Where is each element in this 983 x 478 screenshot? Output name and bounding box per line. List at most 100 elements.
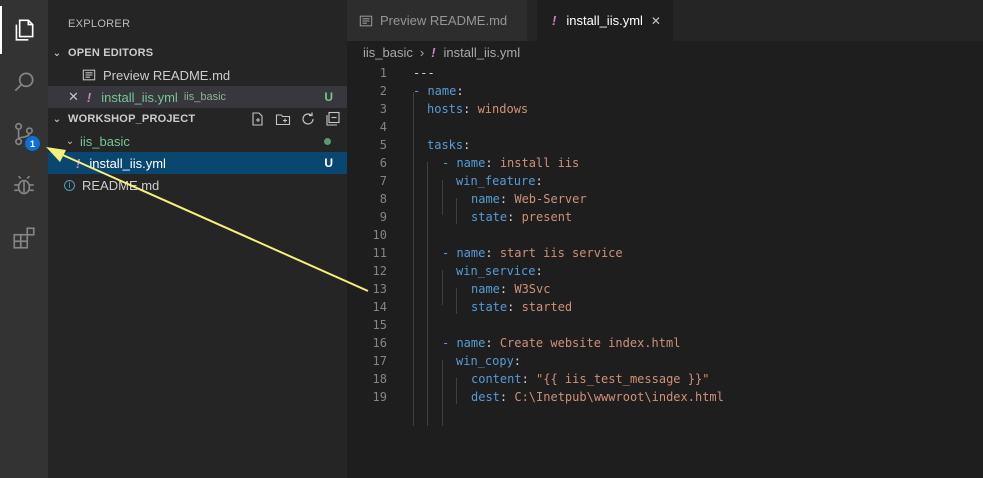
untracked-status-badge: U [324,90,333,104]
file-label: install_iis.yml [89,155,166,171]
line-number: 10 [372,228,387,242]
folder-label: iis_basic [80,133,130,149]
line-number: 6 [379,156,387,170]
tab-install-iis[interactable]: ! install_iis.yml ✕ [537,0,673,41]
tree-file-readme[interactable]: i README.md [48,174,347,196]
yaml-file-icon: ! [76,155,81,171]
explorer-toolbar [250,111,341,127]
code-line: name: W3Svc [471,282,551,296]
line-number: 12 [372,264,387,278]
preview-icon [82,69,96,81]
explorer-sidebar: EXPLORER ⌄ OPEN EDITORS Preview README.m… [48,0,347,478]
line-number: 7 [379,174,387,188]
open-editor-item-install-iis[interactable]: ✕ ! install_iis.yml iis_basic U [48,86,347,108]
breadcrumb-folder[interactable]: iis_basic [363,45,413,60]
code-line: dest: C:\Inetpub\wwwroot\index.html [471,390,724,404]
line-number: 3 [379,102,387,116]
line-number: 2 [379,84,387,98]
info-icon: i [64,179,75,191]
code-line: - name: install iis [442,156,580,170]
indent-guide [427,162,428,426]
open-editor-label: Preview README.md [103,67,231,83]
untracked-status-badge: U [324,156,333,170]
indent-guide [456,378,457,404]
yaml-file-icon: ! [86,89,92,105]
chevron-right-icon: › [419,44,425,60]
code-line: - name: start iis service [442,246,623,260]
close-icon[interactable]: ✕ [68,89,79,105]
activity-bar: 1 [0,0,48,478]
line-number: 18 [372,372,387,386]
code-line: win_feature: [456,174,543,188]
tab-preview-readme[interactable]: Preview README.md [347,0,527,41]
code-line: state: present [471,210,573,224]
tree-file-install-iis[interactable]: ! install_iis.yml U [48,152,347,174]
open-editors-section-header[interactable]: ⌄ OPEN EDITORS [48,42,347,64]
breadcrumb: iis_basic › ! install_iis.yml [347,41,983,63]
indent-guide [413,92,414,426]
indent-guide [456,198,457,224]
line-number: 19 [372,390,387,404]
modified-dot [324,137,331,145]
open-editor-label: install_iis.yml [101,89,178,105]
search-activity-button[interactable] [0,58,48,106]
code-line: --- [413,66,435,80]
close-icon[interactable]: ✕ [651,14,661,28]
indent-guide [442,270,443,305]
line-number: 1 [379,66,387,80]
workspace-header-label: WORKSHOP_PROJECT [68,113,196,125]
source-control-activity-button[interactable]: 1 [0,110,48,158]
line-number: 11 [372,246,387,260]
line-number: 14 [372,300,387,314]
preview-icon [359,15,373,26]
code-line: content: "{{ iis_test_message }}" [471,372,710,386]
chevron-down-icon: ⌄ [65,135,75,147]
line-number: 9 [379,210,387,224]
extensions-icon [13,227,35,249]
indent-guide [442,180,443,215]
debug-activity-button[interactable] [0,162,48,210]
new-file-icon[interactable] [250,111,266,127]
source-control-badge: 1 [25,136,40,151]
code-editor[interactable]: 1 2 3 4 5 6 7 8 9 10 11 12 13 14 15 16 17 18 19 --- - name… [347,63,983,478]
line-number: 16 [372,336,387,350]
open-editor-folder-hint: iis_basic [183,91,227,103]
breadcrumb-file[interactable]: install_iis.yml [444,45,521,60]
indent-guide [456,288,457,314]
code-line: win_service: [456,264,543,278]
code-line: state: started [471,300,573,314]
line-number: 17 [372,354,387,368]
chevron-down-icon: ⌄ [52,113,62,125]
search-icon [14,72,34,92]
indent-guide [442,360,443,426]
files-icon [15,19,34,41]
sidebar-title: EXPLORER [68,18,131,30]
extensions-activity-button[interactable] [0,214,48,262]
code-line: tasks: [427,138,471,152]
explorer-activity-button[interactable] [0,6,48,54]
code-line: - name: Create website index.html [442,336,681,350]
code-line: win_copy: [456,354,522,368]
line-number: 4 [379,120,387,134]
refresh-icon[interactable] [300,111,316,127]
code-line: hosts: windows [427,102,529,116]
collapse-all-icon[interactable] [325,111,341,127]
bug-icon [14,175,34,195]
workspace-section-header[interactable]: ⌄ WORKSHOP_PROJECT [48,108,347,130]
code-line: - name: [413,84,464,98]
tab-label: Preview README.md [380,13,508,28]
new-folder-icon[interactable] [275,111,291,127]
yaml-file-icon: ! [552,13,557,28]
code-line: name: Web-Server [471,192,587,206]
open-editor-item-preview[interactable]: Preview README.md [48,64,347,86]
open-editors-header-label: OPEN EDITORS [68,47,154,59]
tree-folder-iis-basic[interactable]: ⌄ iis_basic [48,130,347,152]
line-number: 13 [372,282,387,296]
line-number: 5 [379,138,387,152]
file-label: README.md [82,177,160,193]
line-number: 8 [379,192,387,206]
editor-tab-bar: Preview README.md ! install_iis.yml ✕ [347,0,983,41]
yaml-file-icon: ! [431,44,436,60]
line-number: 15 [372,318,387,332]
chevron-down-icon: ⌄ [52,47,62,59]
